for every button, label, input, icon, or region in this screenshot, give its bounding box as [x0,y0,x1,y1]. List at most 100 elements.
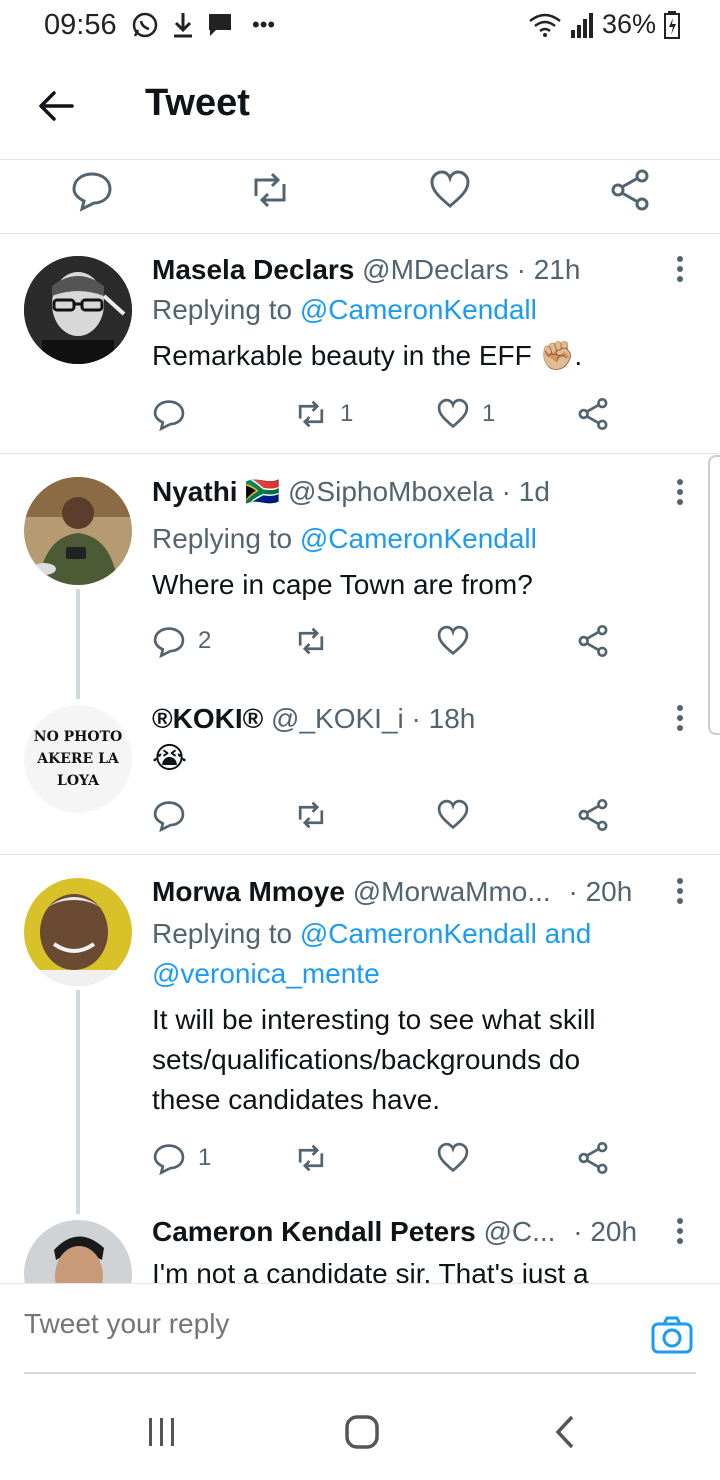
retweet-action[interactable] [294,621,340,661]
status-bar: 09:56 ••• 36% [0,0,720,54]
tweet-text-line: these candidates have. [152,1084,440,1115]
tweet-actions: 1 [152,1138,622,1178]
mention-link[interactable]: @CameronKendall [300,523,537,554]
like-action[interactable] [436,1138,482,1178]
author-handle: @MDeclars [362,254,509,285]
author-handle: @MorwaMmo... [352,876,551,907]
reply-action[interactable]: 1 [152,1138,211,1178]
retweet-count: 1 [340,400,354,427]
tweet-text: 😭 [152,742,188,775]
mention-link[interactable]: @CameronKendall and [300,918,591,949]
tweet-header: Cameron Kendall Peters @C... · 20h [152,1216,637,1248]
system-nav-bar [0,1374,720,1480]
tweet-text: I'm not a candidate sir. That's just a [152,1258,589,1283]
mention-link[interactable]: @veronica_mente [152,958,380,989]
like-action[interactable]: 1 [436,394,495,434]
page-title: Tweet [145,82,250,124]
notification-icons: ••• [130,10,275,40]
share-icon[interactable] [608,168,652,212]
avatar[interactable] [24,256,132,364]
author-name[interactable]: Morwa Mmoye [152,876,345,907]
retweet-icon [298,627,324,655]
recent-apps-icon[interactable] [146,1416,178,1448]
more-options-icon[interactable] [676,479,684,505]
more-options-icon[interactable] [676,705,684,731]
back-arrow-icon[interactable] [34,84,78,128]
more-options-icon[interactable] [676,878,684,904]
retweet-action[interactable]: 1 [294,394,353,434]
reply-action[interactable] [152,795,198,835]
share-icon [578,1141,608,1175]
download-icon [174,13,192,38]
reply-action[interactable]: 2 [152,621,211,661]
retweet-icon [298,801,324,829]
tweet-text: It will be interesting to see what skill… [152,1000,596,1120]
author-handle: @_KOKI_i [271,703,404,734]
tweet-actions [152,795,622,835]
replying-prefix: Replying to [152,918,300,949]
more-options-icon[interactable] [676,256,684,282]
tweet-header: Morwa Mmoye @MorwaMmo... · 20h [152,876,632,908]
tweet-actions: 1 1 [152,394,622,434]
author-name[interactable]: Cameron Kendall Peters [152,1216,476,1247]
author-name[interactable]: Masela Declars [152,254,354,285]
reply-tweet[interactable]: Masela Declars @MDeclars · 21h Replying … [0,234,720,454]
avatar[interactable] [24,878,132,986]
share-action[interactable] [576,795,610,835]
author-name[interactable]: Nyathi 🇿🇦 [152,476,280,507]
avatar[interactable] [24,1220,132,1283]
like-icon[interactable] [428,168,472,212]
share-action[interactable] [576,394,610,434]
like-count: 1 [482,400,496,427]
tweet-time: · 21h [516,254,581,285]
retweet-action[interactable] [294,1138,340,1178]
share-icon [578,397,608,431]
tweet-time: · 18h [411,703,476,734]
replying-to: Replying to @CameronKendall and @veronic… [152,914,591,994]
share-action[interactable] [576,1138,610,1178]
reply-icon [153,627,185,658]
retweet-action[interactable] [294,795,340,835]
author-name[interactable]: ®KOKI® [152,703,263,734]
camera-icon[interactable] [650,1314,694,1358]
like-action[interactable] [436,795,482,835]
battery-percent: 36% [601,9,656,39]
back-nav-icon[interactable] [552,1414,578,1450]
like-action[interactable] [436,621,482,661]
battery-icon [664,10,680,39]
author-handle: @C... [483,1216,556,1247]
main-tweet-actions [0,160,720,234]
share-action[interactable] [576,621,610,661]
author-handle: @SiphoMboxela [288,476,494,507]
tweet-text: Remarkable beauty in the EFF ✊🏼. [152,340,583,371]
like-icon [437,1142,469,1173]
retweet-icon [298,1144,324,1172]
replying-prefix: Replying to [152,294,300,325]
scroll-indicator [708,455,720,735]
replying-prefix: Replying to [152,523,300,554]
more-options-icon[interactable] [676,1218,684,1244]
wifi-icon [529,13,561,37]
retweet-icon[interactable] [248,168,292,212]
top-bar: Tweet [0,54,720,160]
reply-icon[interactable] [70,168,114,212]
thread-connector [76,589,80,699]
avatar[interactable] [24,477,132,585]
tweet-time: · 1d [501,476,550,507]
reply-action[interactable] [152,394,198,434]
reply-icon [153,801,185,832]
replying-to: Replying to @CameronKendall [152,519,537,559]
more-notifications-icon: ••• [252,12,276,37]
replying-to: Replying to @CameronKendall [152,290,537,330]
status-right: 36% [528,9,680,40]
thread-connector [76,990,80,1214]
home-icon[interactable] [344,1414,380,1450]
avatar[interactable]: NO PHOTO AKERE LA LOYA [24,705,132,813]
tweet-actions: 2 [152,621,622,661]
reply-icon [153,1144,185,1175]
avatar-text: NO PHOTO AKERE LA LOYA [33,729,123,789]
reply-icon [153,400,185,431]
tweet-time: · 20h [568,876,633,907]
mention-link[interactable]: @CameronKendall [300,294,537,325]
reply-input[interactable] [24,1308,584,1340]
